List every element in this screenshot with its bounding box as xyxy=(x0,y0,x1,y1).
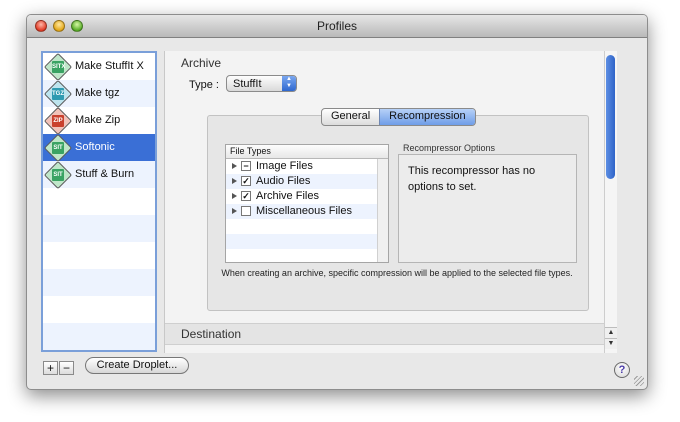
scrollbar-thumb[interactable] xyxy=(606,55,615,179)
sidebar-item-make-stuffit-x[interactable]: SITX Make StuffIt X xyxy=(43,53,155,82)
table-row[interactable]: Miscellaneous Files xyxy=(226,204,378,219)
table-empty-row xyxy=(226,219,378,234)
sidebar-item-softonic[interactable]: SIT Softonic xyxy=(43,133,155,163)
tgz-icon: TGZ xyxy=(43,79,73,109)
file-type-label: Miscellaneous Files xyxy=(256,205,352,217)
tab-general[interactable]: General xyxy=(322,109,379,125)
sidebar-item-label: Stuff & Burn xyxy=(75,168,135,180)
softonic-icon: SIT xyxy=(43,133,73,163)
type-label: Type : xyxy=(189,79,219,91)
recompressor-options-text: This recompressor has no options to set. xyxy=(408,165,536,193)
settings-tabs: General Recompression xyxy=(321,108,476,126)
title-bar[interactable]: Profiles xyxy=(27,15,647,38)
remove-profile-button[interactable]: − xyxy=(59,361,74,375)
list-empty-row xyxy=(43,296,155,323)
file-type-label: Archive Files xyxy=(256,190,319,202)
audio-files-checkbox[interactable]: ✓ xyxy=(241,176,251,186)
list-empty-row xyxy=(43,323,155,350)
list-empty-row xyxy=(43,269,155,296)
help-button[interactable]: ? xyxy=(614,362,630,378)
sidebar-item-stuff-and-burn[interactable]: SIT Stuff & Burn xyxy=(43,160,155,190)
archive-section-title: Archive xyxy=(181,56,222,70)
add-profile-button[interactable]: + xyxy=(43,361,58,375)
disclosure-triangle-icon[interactable] xyxy=(232,208,237,214)
create-droplet-button[interactable]: Create Droplet... xyxy=(85,357,189,374)
compression-note: When creating an archive, specific compr… xyxy=(221,268,573,278)
list-empty-row xyxy=(43,215,155,242)
file-type-label: Image Files xyxy=(256,160,313,172)
file-types-header: File Types xyxy=(226,145,388,159)
list-empty-row xyxy=(43,242,155,269)
sidebar-item-make-tgz[interactable]: TGZ Make tgz xyxy=(43,79,155,109)
stuffit-x-icon: SITX xyxy=(43,53,73,82)
destination-section[interactable]: Destination xyxy=(165,323,605,345)
file-types-scrollbar[interactable] xyxy=(377,159,388,262)
type-popup[interactable]: StuffIt ▲ ▼ xyxy=(226,75,297,92)
table-row[interactable]: ✓ Archive Files xyxy=(226,189,378,204)
profile-settings-panel: Archive Type : StuffIt ▲ ▼ General Recomp… xyxy=(164,51,617,353)
scroll-down-arrow-icon[interactable]: ▼ xyxy=(605,338,617,349)
destination-section-title: Destination xyxy=(181,327,242,341)
type-popup-value: StuffIt xyxy=(233,78,262,90)
sidebar-item-label: Make StuffIt X xyxy=(75,60,144,72)
zip-icon: ZIP xyxy=(43,106,73,136)
tab-recompression[interactable]: Recompression xyxy=(379,109,475,125)
miscellaneous-files-checkbox[interactable] xyxy=(241,206,251,216)
popup-arrows-icon: ▲ ▼ xyxy=(282,76,296,91)
resize-grip-icon[interactable] xyxy=(634,376,644,386)
profiles-list[interactable]: SITX Make StuffIt X TGZ Make tgz ZIP Mak… xyxy=(41,51,157,352)
window-title: Profiles xyxy=(316,19,357,33)
image-files-checkbox[interactable]: − xyxy=(241,161,251,171)
file-types-table[interactable]: File Types − Image Files ✓ Audio Files ✓… xyxy=(225,144,389,263)
table-row[interactable]: ✓ Audio Files xyxy=(226,174,378,189)
sidebar-item-make-zip[interactable]: ZIP Make Zip xyxy=(43,106,155,136)
recompressor-options-label: Recompressor Options xyxy=(403,143,496,153)
sidebar-item-label: Softonic xyxy=(75,141,115,153)
settings-scrollbar[interactable]: ▲ ▼ xyxy=(604,51,617,353)
table-row[interactable]: − Image Files xyxy=(226,159,378,174)
list-empty-row xyxy=(43,188,155,215)
disclosure-triangle-icon[interactable] xyxy=(232,163,237,169)
disclosure-triangle-icon[interactable] xyxy=(232,193,237,199)
file-type-label: Audio Files xyxy=(256,175,311,187)
table-empty-row xyxy=(226,234,378,249)
archive-files-checkbox[interactable]: ✓ xyxy=(241,191,251,201)
recompressor-options-box: This recompressor has no options to set. xyxy=(398,154,577,263)
sidebar-item-label: Make tgz xyxy=(75,87,120,99)
scroll-up-arrow-icon[interactable]: ▲ xyxy=(605,327,617,338)
stuff-burn-icon: SIT xyxy=(43,160,73,190)
profiles-window: Profiles SITX Make StuffIt X TGZ Make tg… xyxy=(26,14,648,390)
disclosure-triangle-icon[interactable] xyxy=(232,178,237,184)
sidebar-item-label: Make Zip xyxy=(75,114,121,126)
